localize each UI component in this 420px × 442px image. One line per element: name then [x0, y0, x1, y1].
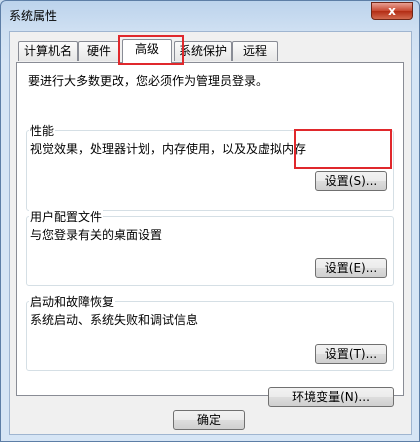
startup-recovery-settings-button[interactable]: 设置(T)...	[315, 344, 387, 364]
startup-recovery-description: 系统启动、系统失败和调试信息	[30, 313, 199, 327]
tab-remote[interactable]: 远程	[232, 41, 278, 61]
highlight-box-advanced-tab	[118, 35, 184, 65]
tab-hardware[interactable]: 硬件	[78, 41, 120, 61]
startup-recovery-group-title: 启动和故障恢复	[29, 293, 116, 310]
performance-settings-button[interactable]: 设置(S)...	[315, 171, 387, 191]
startup-recovery-group: 启动和故障恢复 系统启动、系统失败和调试信息 设置(T)...	[26, 293, 394, 371]
system-properties-window: 系统属性 x 计算机名 硬件 高级 系统保护 远程 要进行大多数更改，您必须作为…	[0, 0, 420, 442]
title-bar[interactable]: 系统属性 x	[1, 1, 419, 29]
window-title: 系统属性	[9, 9, 58, 23]
user-profiles-settings-button[interactable]: 设置(E)...	[315, 258, 387, 278]
dialog-client-area: 计算机名 硬件 高级 系统保护 远程 要进行大多数更改，您必须作为管理员登录。 …	[9, 31, 412, 435]
highlight-box-performance-settings	[294, 129, 392, 169]
user-profiles-group: 用户配置文件 与您登录有关的桌面设置 设置(E)...	[26, 208, 394, 286]
user-profiles-group-title: 用户配置文件	[29, 208, 104, 225]
admin-notice: 要进行大多数更改，您必须作为管理员登录。	[28, 74, 269, 88]
advanced-tab-panel: 要进行大多数更改，您必须作为管理员登录。 性能 视觉效果，处理器计划，内存使用，…	[16, 62, 404, 407]
environment-variables-button[interactable]: 环境变量(N)...	[268, 387, 394, 407]
tab-computer-name[interactable]: 计算机名	[18, 41, 78, 61]
ok-button[interactable]: 确定	[173, 410, 245, 430]
user-profiles-description: 与您登录有关的桌面设置	[30, 228, 163, 242]
close-button[interactable]: x	[371, 2, 413, 20]
performance-description: 视觉效果，处理器计划，内存使用，以及及虚拟内存	[30, 142, 307, 156]
performance-group-title: 性能	[29, 122, 56, 139]
